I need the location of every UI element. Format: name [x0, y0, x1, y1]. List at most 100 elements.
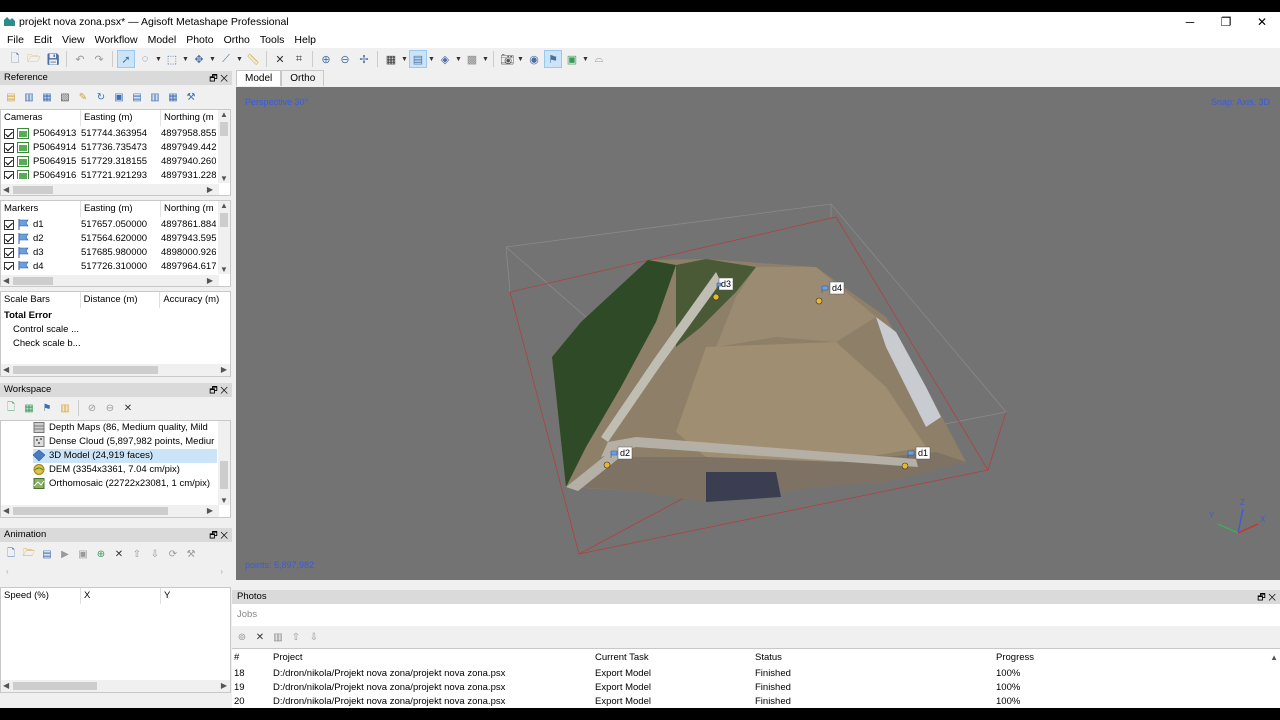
optimize-cameras-icon[interactable]: ✎ — [75, 89, 91, 105]
ruler-icon[interactable]: 📏︎ — [244, 50, 262, 68]
horizontal-scrollbar[interactable]: ◀ ▶ — [1, 275, 219, 286]
zoom-in-icon[interactable]: ⊕ — [317, 50, 335, 68]
table-row[interactable]: d4 517726.310000 4897964.617 — [1, 260, 217, 270]
add-chunk-icon[interactable]: 🗋 — [3, 400, 19, 416]
selection-icon[interactable]: ◌ — [136, 50, 154, 68]
column-header-northing[interactable]: Northing (m — [161, 110, 219, 126]
column-header-x[interactable]: X — [81, 588, 161, 604]
menu-file[interactable]: File — [2, 32, 29, 48]
crop-icon[interactable]: ⌗ — [290, 50, 308, 68]
stop-job-icon[interactable]: ✕ — [252, 629, 268, 645]
chevron-down-icon[interactable]: ▼ — [517, 50, 524, 68]
enable-icon[interactable]: ⊘ — [84, 400, 100, 416]
scroll-right-icon[interactable]: ▶ — [207, 276, 213, 285]
float-panel-icon[interactable]: 🗗 — [209, 530, 217, 540]
chevron-down-icon[interactable]: ▼ — [482, 50, 489, 68]
scroll-up-icon[interactable]: ▲ — [220, 110, 228, 119]
table-row[interactable]: P5064914 517736.735473 4897949.442 — [1, 141, 217, 155]
scroll-left-icon[interactable]: ◀ — [3, 276, 9, 285]
move-job-up-icon[interactable]: ⇧ — [288, 629, 304, 645]
region-icon[interactable]: ⬚ — [163, 50, 181, 68]
tiled-model-icon[interactable]: ▩ — [463, 50, 481, 68]
view-source-icon[interactable]: ▣ — [111, 89, 127, 105]
column-header-speed[interactable]: Speed (%) — [1, 588, 81, 604]
open-track-icon[interactable]: 🗁 — [21, 546, 37, 562]
horizontal-scrollbar[interactable]: ◀ ▶ — [1, 680, 230, 692]
scroll-thumb[interactable] — [220, 213, 228, 227]
stereo-icon[interactable]: ⌓ — [590, 50, 608, 68]
move-job-down-icon[interactable]: ⇩ — [306, 629, 322, 645]
export-reference-icon[interactable]: ▥ — [21, 89, 37, 105]
model-viewport[interactable]: Perspective 30° Snap: Axis, 3D points: 5… — [236, 87, 1280, 580]
restore-button[interactable]: ❐ — [1208, 12, 1244, 32]
delete-selection-icon[interactable]: ✕ — [271, 50, 289, 68]
reset-view-icon[interactable]: ✢ — [355, 50, 373, 68]
scroll-left-icon[interactable]: ◀ — [3, 681, 9, 690]
column-header-progress[interactable]: Progress — [996, 651, 1034, 665]
column-header-status[interactable]: Status — [755, 651, 782, 665]
menu-model[interactable]: Model — [143, 32, 182, 48]
menu-photo[interactable]: Photo — [181, 32, 218, 48]
scroll-left-icon[interactable]: ◀ — [3, 365, 9, 374]
column-header-scale-bars[interactable]: Scale Bars — [1, 292, 81, 308]
delete-keyframe-icon[interactable]: ✕ — [111, 546, 127, 562]
navigation-cursor-icon[interactable]: ➚ — [117, 50, 135, 68]
save-track-icon[interactable]: ▤ — [39, 546, 55, 562]
undo-icon[interactable]: ↶ — [71, 50, 89, 68]
horizontal-scrollbar[interactable]: ◀ ▶ — [1, 505, 219, 517]
scroll-thumb[interactable] — [13, 186, 53, 194]
table-row[interactable]: P5064913 517744.363954 4897958.855 — [1, 127, 217, 141]
close-panel-icon[interactable]: ✕ — [220, 73, 228, 83]
append-keyframe-icon[interactable]: ⊕ — [93, 546, 109, 562]
zoom-out-icon[interactable]: ⊖ — [336, 50, 354, 68]
horizontal-scrollbar[interactable]: ◀ ▶ — [1, 364, 230, 376]
table-row[interactable]: P5064916 517721.921293 4897931.228 — [1, 169, 217, 179]
tree-item-dense-cloud[interactable]: Dense Cloud (5,897,982 points, Mediur — [33, 435, 217, 449]
checkbox[interactable] — [4, 129, 14, 139]
control-scale-bars-row[interactable]: Control scale ... — [13, 324, 79, 335]
checkbox[interactable] — [4, 262, 14, 270]
column-header-markers[interactable]: Markers — [1, 201, 81, 217]
menu-ortho[interactable]: Ortho — [219, 32, 255, 48]
convert-icon[interactable]: ▧ — [57, 89, 73, 105]
tree-item-orthomosaic[interactable]: Orthomosaic (22722x23081, 1 cm/pix) — [33, 477, 217, 491]
vertical-scrollbar[interactable]: ▼ — [218, 421, 230, 505]
table-row[interactable]: d1 517657.050000 4897861.884 — [1, 218, 217, 232]
close-panel-icon[interactable]: ✕ — [220, 530, 228, 540]
menu-help[interactable]: Help — [289, 32, 321, 48]
scroll-down-icon[interactable]: ▼ — [220, 174, 228, 183]
play-icon[interactable]: ▶ — [57, 546, 73, 562]
scroll-thumb[interactable] — [220, 461, 228, 489]
scroll-left-icon[interactable]: ◀ — [3, 185, 9, 194]
float-panel-icon[interactable]: 🗗 — [209, 385, 217, 395]
chevron-down-icon[interactable]: ▼ — [155, 50, 162, 68]
animation-settings-icon[interactable]: ⚒ — [183, 546, 199, 562]
chevron-down-icon[interactable]: ▼ — [182, 50, 189, 68]
chevron-down-icon[interactable]: ▼ — [209, 50, 216, 68]
pause-job-icon[interactable]: ⊚ — [234, 629, 250, 645]
column-header-northing[interactable]: Northing (m — [161, 201, 219, 217]
column-header-project[interactable]: Project — [273, 651, 303, 665]
show-markers-icon[interactable]: ◉ — [525, 50, 543, 68]
column-header-cameras[interactable]: Cameras — [1, 110, 81, 126]
column-header-distance[interactable]: Distance (m) — [81, 292, 161, 308]
clear-reference-icon[interactable]: ▦ — [39, 89, 55, 105]
jobs-tab[interactable]: Jobs — [232, 604, 1280, 626]
open-folder-icon[interactable]: 🗁 — [25, 50, 43, 68]
loop-icon[interactable]: ⟳ — [165, 546, 181, 562]
tree-item-3d-model[interactable]: 3D Model (24,919 faces) — [33, 449, 217, 463]
camera-icon[interactable]: 📷︎ — [498, 50, 516, 68]
view-variance-icon[interactable]: ▦ — [165, 89, 181, 105]
new-track-icon[interactable]: 🗋 — [3, 546, 19, 562]
scroll-right-icon[interactable]: ▶ — [207, 185, 213, 194]
scroll-thumb[interactable] — [220, 122, 228, 136]
column-header-accuracy[interactable]: Accuracy (m) — [160, 292, 230, 308]
checkbox[interactable] — [4, 157, 14, 167]
checkbox[interactable] — [4, 234, 14, 244]
chevron-down-icon[interactable]: ▼ — [455, 50, 462, 68]
menu-workflow[interactable]: Workflow — [90, 32, 143, 48]
scroll-left-icon[interactable]: ‹ — [6, 567, 9, 576]
horizontal-scrollbar[interactable]: ◀ ▶ — [1, 184, 219, 195]
scroll-left-icon[interactable]: ◀ — [3, 506, 9, 515]
table-row[interactable]: d3 517685.980000 4898000.926 — [1, 246, 217, 260]
